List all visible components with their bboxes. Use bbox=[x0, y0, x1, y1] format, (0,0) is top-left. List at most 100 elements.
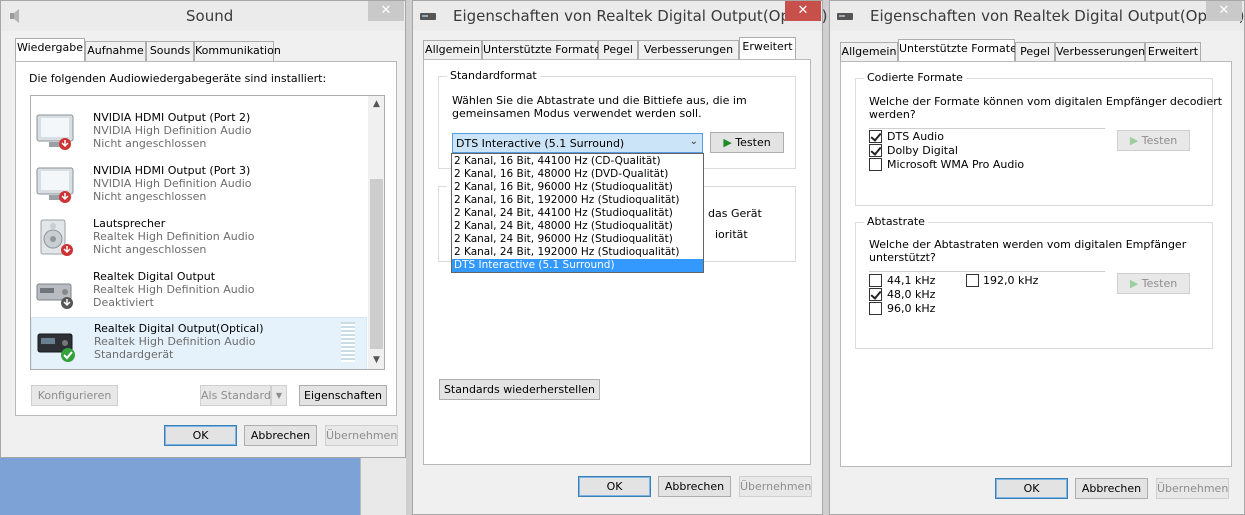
tab-erweitert[interactable]: Erweitert bbox=[1145, 42, 1201, 62]
monitor-icon bbox=[36, 167, 74, 203]
sound-titlebar: Sound ✕ bbox=[1, 1, 405, 31]
properties-formats-titlebar: Eigenschaften von Realtek Digital Output… bbox=[830, 1, 1245, 31]
sound-title: Sound bbox=[186, 7, 234, 25]
sound-apply-button[interactable]: Übernehmen bbox=[325, 425, 398, 446]
encoded-formats-question: werden? bbox=[869, 108, 916, 121]
list-item[interactable]: Realtek Digital Output Realtek High Defi… bbox=[31, 266, 367, 319]
properties-formats-close-button[interactable]: ✕ bbox=[1206, 1, 1242, 21]
sound-close-button[interactable]: ✕ bbox=[368, 1, 404, 21]
scroll-thumb[interactable] bbox=[370, 179, 383, 349]
rate-test-button[interactable]: ▶ Testen bbox=[1117, 273, 1190, 294]
tab-allgemein[interactable]: Allgemein bbox=[840, 42, 898, 62]
rate-48-checkbox[interactable] bbox=[869, 288, 882, 301]
tab-aufnahme[interactable]: Aufnahme bbox=[85, 41, 146, 61]
test-button[interactable]: ▶ Testen bbox=[710, 132, 784, 153]
tab-allgemein[interactable]: Allgemein bbox=[423, 40, 482, 60]
properties-formats-cancel-button[interactable]: Abbrechen bbox=[1075, 478, 1148, 499]
tab-unterstuetzte-formate[interactable]: Unterstützte Formate bbox=[482, 40, 601, 60]
tab-erweitert[interactable]: Erweitert bbox=[739, 37, 796, 60]
restore-defaults-button[interactable]: Standards wiederherstellen bbox=[439, 379, 600, 400]
tab-kommunikation[interactable]: Kommunikation bbox=[194, 41, 281, 61]
play-icon: ▶ bbox=[723, 136, 732, 149]
device-list[interactable]: NVIDIA HDMI Output (Port 2) NVIDIA High … bbox=[30, 95, 385, 370]
scroll-down-icon[interactable]: ▼ bbox=[368, 352, 384, 369]
tab-wiedergabe[interactable]: Wiedergabe bbox=[15, 38, 85, 61]
rate-192-checkbox[interactable] bbox=[966, 274, 979, 287]
encoded-test-button[interactable]: ▶ Testen bbox=[1117, 130, 1190, 151]
sample-rate-question: Welche der Abtastraten werden vom digita… bbox=[869, 238, 1187, 251]
play-icon: ▶ bbox=[1129, 134, 1139, 147]
properties-formats-apply-button[interactable]: Übernehmen bbox=[1156, 478, 1229, 499]
list-item[interactable]: Lautsprecher Realtek High Definition Aud… bbox=[31, 213, 367, 266]
dropdown-option[interactable]: 2 Kanal, 16 Bit, 96000 Hz (Studioqualitä… bbox=[452, 181, 703, 194]
dropdown-option[interactable]: 2 Kanal, 24 Bit, 192000 Hz (Studioqualit… bbox=[452, 246, 703, 259]
test-button-label: Testen bbox=[735, 136, 771, 149]
properties-button[interactable]: Eigenschaften bbox=[299, 385, 387, 406]
list-item-selected[interactable]: Realtek Digital Output(Optical) Realtek … bbox=[31, 317, 367, 369]
device-status: Nicht angeschlossen bbox=[93, 137, 207, 150]
properties-advanced-dialog: Eigenschaften von Realtek Digital Output… bbox=[412, 0, 828, 515]
dolby-digital-checkbox[interactable] bbox=[869, 144, 882, 157]
divider bbox=[869, 128, 1105, 129]
dropdown-option[interactable]: 2 Kanal, 24 Bit, 48000 Hz (Studioqualitä… bbox=[452, 220, 703, 233]
device-driver: Realtek High Definition Audio bbox=[94, 335, 256, 348]
dropdown-option-selected[interactable]: DTS Interactive (5.1 Surround) bbox=[452, 259, 703, 272]
dts-audio-checkbox[interactable] bbox=[869, 130, 882, 143]
tab-sounds[interactable]: Sounds bbox=[146, 41, 194, 61]
dts-audio-label: DTS Audio bbox=[887, 130, 944, 143]
wma-pro-checkbox[interactable] bbox=[869, 158, 882, 171]
format-combobox[interactable]: DTS Interactive (5.1 Surround) ⌄ bbox=[452, 133, 703, 153]
tab-verbesserungen[interactable]: Verbesserungen bbox=[1055, 42, 1145, 62]
play-icon: ▶ bbox=[1129, 277, 1139, 290]
properties-formats-title: Eigenschaften von Realtek Digital Output… bbox=[870, 7, 1245, 25]
desktop-background bbox=[0, 458, 360, 515]
scroll-up-icon[interactable]: ▲ bbox=[368, 96, 384, 113]
rate-44-checkbox[interactable] bbox=[869, 274, 882, 287]
device-status: Standardgerät bbox=[94, 348, 174, 361]
set-default-dropdown[interactable]: ▼ bbox=[271, 385, 287, 406]
list-item[interactable]: NVIDIA HDMI Output (Port 3) NVIDIA High … bbox=[31, 160, 367, 213]
chevron-down-icon: ⌄ bbox=[689, 136, 698, 147]
device-driver: NVIDIA High Definition Audio bbox=[93, 124, 252, 137]
receiver-icon bbox=[37, 333, 75, 362]
sound-ok-button[interactable]: OK bbox=[164, 425, 237, 446]
list-item[interactable]: NVIDIA HDMI Output (Port 2) NVIDIA High … bbox=[31, 107, 367, 160]
default-format-description: gemeinsamen Modus verwendet werden soll. bbox=[452, 107, 702, 120]
properties-advanced-close-button[interactable]: ✕ bbox=[785, 1, 821, 21]
receiver-icon bbox=[837, 13, 853, 20]
encoded-formats-group: Codierte Formate Welche der Formate könn… bbox=[855, 71, 1222, 206]
properties-advanced-apply-button[interactable]: Übernehmen bbox=[739, 476, 812, 497]
properties-advanced-ok-button[interactable]: OK bbox=[578, 476, 651, 497]
properties-advanced-cancel-button[interactable]: Abbrechen bbox=[658, 476, 731, 497]
exclusive-mode-text: iorität bbox=[715, 228, 748, 241]
properties-formats-ok-button[interactable]: OK bbox=[995, 478, 1068, 499]
tab-pegel[interactable]: Pegel bbox=[598, 40, 638, 60]
encoded-test-button-label: Testen bbox=[1141, 134, 1178, 147]
default-format-description: Wählen Sie die Abtastrate und die Bittie… bbox=[452, 94, 747, 107]
configure-button[interactable]: Konfigurieren bbox=[31, 385, 118, 406]
dropdown-option[interactable]: 2 Kanal, 24 Bit, 96000 Hz (Studioqualitä… bbox=[452, 233, 703, 246]
sample-rate-question: unterstützt? bbox=[869, 251, 936, 264]
rate-96-checkbox[interactable] bbox=[869, 302, 882, 315]
sound-cancel-button[interactable]: Abbrechen bbox=[244, 425, 317, 446]
properties-formats-panel: Codierte Formate Welche der Formate könn… bbox=[840, 61, 1232, 467]
device-list-scrollbar[interactable]: ▲ ▼ bbox=[368, 96, 384, 369]
dropdown-option[interactable]: 2 Kanal, 24 Bit, 44100 Hz (Studioqualitä… bbox=[452, 207, 703, 220]
set-default-button[interactable]: Als Standard bbox=[200, 385, 271, 406]
tab-unterstuetzte-formate[interactable]: Unterstützte Formate bbox=[898, 39, 1017, 62]
device-name: Realtek Digital Output bbox=[93, 270, 216, 283]
rate-44-label: 44,1 kHz bbox=[887, 274, 936, 287]
device-name: Lautsprecher bbox=[93, 217, 166, 230]
monitor-icon bbox=[36, 114, 74, 150]
speaker-icon bbox=[10, 9, 19, 23]
rate-192-label: 192,0 kHz bbox=[983, 274, 1039, 287]
dolby-digital-label: Dolby Digital bbox=[887, 144, 958, 157]
divider bbox=[869, 271, 1105, 272]
format-dropdown-list[interactable]: 2 Kanal, 16 Bit, 44100 Hz (CD-Qualität) … bbox=[451, 153, 704, 273]
properties-formats-dialog: Eigenschaften von Realtek Digital Output… bbox=[829, 0, 1245, 515]
tab-pegel[interactable]: Pegel bbox=[1015, 42, 1055, 62]
dropdown-option[interactable]: 2 Kanal, 16 Bit, 44100 Hz (CD-Qualität) bbox=[452, 155, 703, 168]
tab-verbesserungen[interactable]: Verbesserungen bbox=[638, 40, 739, 60]
dropdown-option[interactable]: 2 Kanal, 16 Bit, 48000 Hz (DVD-Qualität) bbox=[452, 168, 703, 181]
dropdown-option[interactable]: 2 Kanal, 16 Bit, 192000 Hz (Studioqualit… bbox=[452, 194, 703, 207]
